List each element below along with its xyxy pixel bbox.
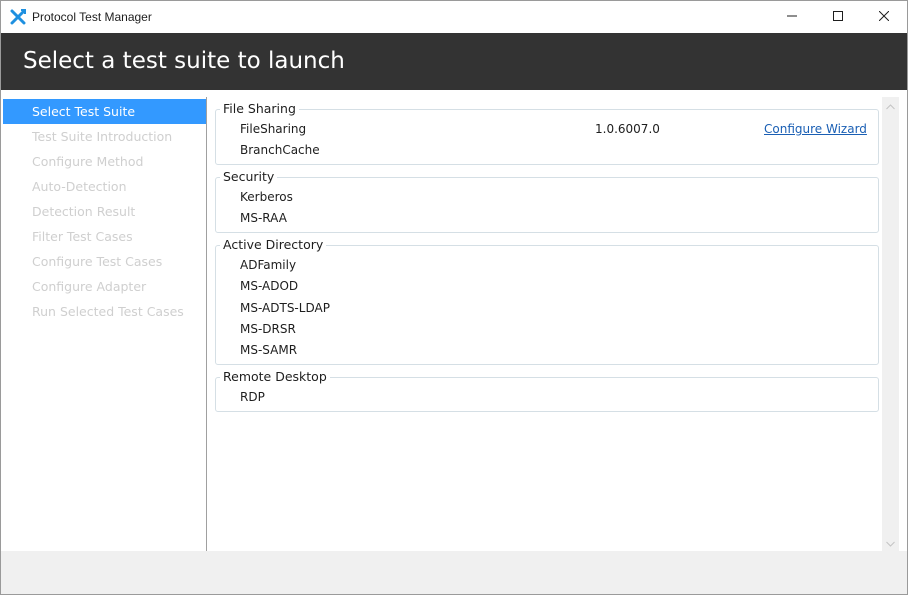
nav-item-configure-method[interactable]: Configure Method (3, 149, 206, 174)
nav-item-run-selected-test-cases[interactable]: Run Selected Test Cases (3, 299, 206, 324)
suite-name: MS-SAMR (240, 343, 298, 357)
suite-name: MS-DRSR (240, 322, 296, 336)
suite-row-adfamily[interactable]: ADFamily (216, 255, 878, 276)
suite-row-ms-drsr[interactable]: MS-DRSR (216, 319, 878, 340)
suite-row-branchcache[interactable]: BranchCache (216, 140, 878, 161)
wizard-step-nav: Select Test Suite Test Suite Introductio… (3, 97, 207, 551)
close-icon (878, 8, 890, 26)
group-remote-desktop: Remote Desktop RDP (215, 369, 879, 412)
suite-row-kerberos[interactable]: Kerberos (216, 187, 878, 208)
suite-name: Kerberos (240, 190, 293, 204)
group-label: File Sharing (220, 101, 299, 116)
nav-item-configure-adapter[interactable]: Configure Adapter (3, 274, 206, 299)
page-header: Select a test suite to launch (1, 33, 907, 90)
minimize-icon (787, 8, 797, 26)
nav-item-select-test-suite[interactable]: Select Test Suite (3, 99, 206, 124)
group-file-sharing: File Sharing FileSharing 1.0.6007.0 Conf… (215, 101, 879, 165)
vertical-scrollbar[interactable] (882, 97, 899, 551)
scroll-up-button[interactable] (882, 97, 899, 114)
group-label: Active Directory (220, 237, 327, 252)
maximize-icon (833, 8, 843, 26)
suite-row-ms-adod[interactable]: MS-ADOD (216, 276, 878, 297)
chevron-up-icon (886, 97, 895, 115)
configure-wizard-link[interactable]: Configure Wizard (764, 122, 867, 136)
app-logo-icon (10, 9, 26, 25)
minimize-button[interactable] (769, 1, 815, 33)
suite-row-rdp[interactable]: RDP (216, 387, 878, 408)
suite-row-filesharing[interactable]: FileSharing 1.0.6007.0 Configure Wizard (216, 119, 878, 140)
nav-item-configure-test-cases[interactable]: Configure Test Cases (3, 249, 206, 274)
test-suite-list: File Sharing FileSharing 1.0.6007.0 Conf… (208, 97, 881, 551)
scroll-down-button[interactable] (882, 534, 899, 551)
suite-version: 1.0.6007.0 (595, 122, 660, 136)
nav-item-filter-test-cases[interactable]: Filter Test Cases (3, 224, 206, 249)
suite-name: FileSharing (240, 122, 307, 136)
suite-name: ADFamily (240, 258, 297, 272)
window-title: Protocol Test Manager (32, 10, 152, 24)
title-bar[interactable]: Protocol Test Manager (1, 1, 907, 33)
group-security: Security Kerberos MS-RAA (215, 169, 879, 233)
suite-name: MS-RAA (240, 211, 287, 225)
close-button[interactable] (861, 1, 907, 33)
suite-row-ms-samr[interactable]: MS-SAMR (216, 340, 878, 361)
footer-bar (1, 551, 907, 594)
group-label: Security (220, 169, 278, 184)
nav-item-test-suite-introduction[interactable]: Test Suite Introduction (3, 124, 206, 149)
suite-row-ms-raa[interactable]: MS-RAA (216, 208, 878, 229)
suite-name: MS-ADTS-LDAP (240, 301, 330, 315)
maximize-button[interactable] (815, 1, 861, 33)
suite-name: BranchCache (240, 143, 320, 157)
suite-row-ms-adts-ldap[interactable]: MS-ADTS-LDAP (216, 298, 878, 319)
suite-name: MS-ADOD (240, 279, 299, 293)
nav-item-detection-result[interactable]: Detection Result (3, 199, 206, 224)
chevron-down-icon (886, 534, 895, 552)
app-window: Protocol Test Manager Select a test suit… (0, 0, 908, 595)
page-title: Select a test suite to launch (23, 48, 345, 74)
suite-name: RDP (240, 390, 265, 404)
nav-item-auto-detection[interactable]: Auto-Detection (3, 174, 206, 199)
group-label: Remote Desktop (220, 369, 330, 384)
group-active-directory: Active Directory ADFamily MS-ADOD MS-ADT… (215, 237, 879, 365)
